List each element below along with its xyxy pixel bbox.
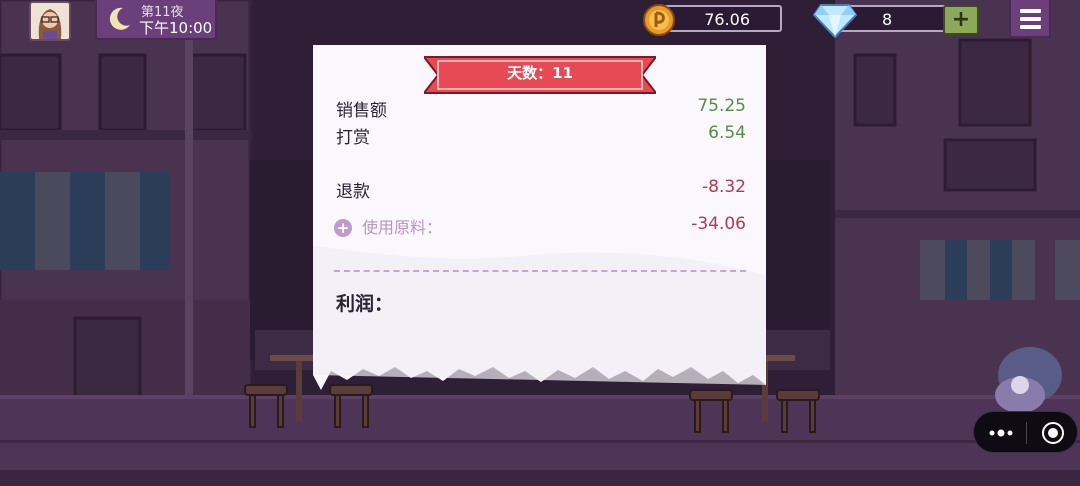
- tips-value: 6.54: [708, 123, 746, 143]
- close-button[interactable]: [1041, 421, 1065, 445]
- add-gems-button[interactable]: +: [943, 5, 979, 35]
- menu-button[interactable]: [1009, 0, 1051, 38]
- day-banner-text: 天数：11: [507, 64, 573, 82]
- coin-counter: 76.06: [664, 5, 782, 32]
- materials-value: -34.06: [691, 214, 746, 234]
- profit-label: 利润：: [336, 293, 394, 315]
- refund-value: -8.32: [702, 177, 746, 197]
- expand-materials-button[interactable]: +: [334, 219, 352, 237]
- refund-label: 退款: [336, 182, 370, 202]
- divider: [334, 270, 746, 272]
- coin-value: 76.06: [704, 10, 750, 29]
- sales-value: 75.25: [697, 96, 746, 116]
- more-button[interactable]: [986, 422, 1016, 444]
- materials-label: 使用原料：: [362, 218, 443, 237]
- diamond-icon: [813, 4, 857, 39]
- avatar-icon: [31, 3, 69, 39]
- capsule-divider: [1026, 422, 1027, 444]
- coin-icon: [643, 4, 675, 36]
- expand-icon: +: [336, 219, 350, 237]
- more-dots-icon: [989, 429, 1013, 437]
- time-label: 下午10:00: [139, 19, 213, 37]
- time-panel: 第11夜 下午10:00: [95, 0, 217, 40]
- tips-label: 打赏: [336, 128, 370, 148]
- capsule-menu: [973, 411, 1078, 453]
- avatar[interactable]: [29, 1, 71, 41]
- sales-label: 销售额: [336, 101, 387, 121]
- record-icon: [1042, 422, 1064, 444]
- moon-icon: [109, 7, 130, 30]
- gem-value: 8: [882, 10, 893, 29]
